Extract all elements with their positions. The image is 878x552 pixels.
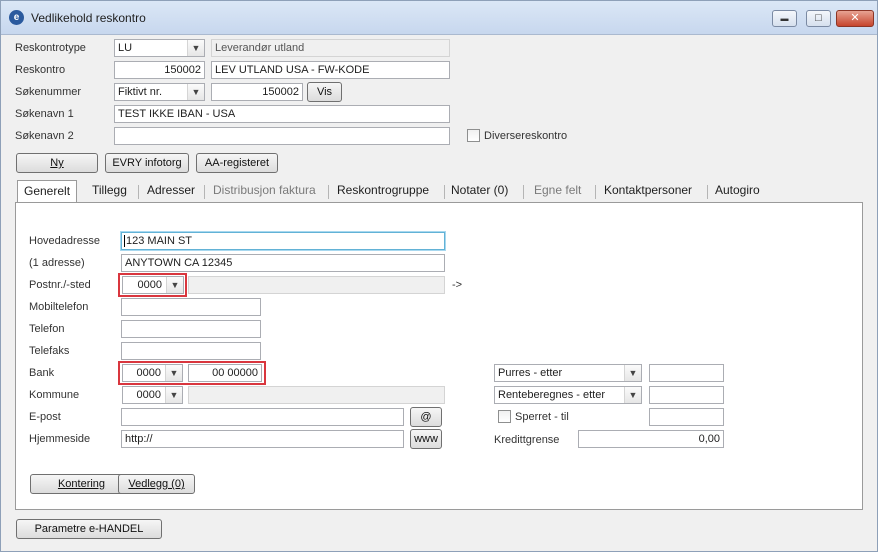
sokenavn2-input[interactable] (114, 127, 450, 145)
tab-distribusjon-faktura[interactable]: Distribusjon faktura (213, 181, 316, 202)
tab-autogiro[interactable]: Autogiro (715, 181, 760, 202)
reskontrotype-label: Reskontrotype (15, 42, 86, 54)
highlight-box (118, 273, 187, 297)
kommune-label: Kommune (29, 389, 80, 401)
close-icon: ✕ (850, 12, 860, 24)
highlight-box (118, 361, 266, 385)
tab-strip: Generelt Tillegg Adresser Distribusjon f… (15, 180, 863, 203)
kommune-name-field (188, 386, 445, 404)
tab-separator (204, 185, 205, 199)
main-window: e Vedlikehold reskontro ▬ □ ✕ Reskontrot… (0, 0, 878, 552)
vis-button[interactable]: Vis (307, 82, 342, 102)
hjemmeside-input[interactable]: http:// (121, 430, 404, 448)
sperret-til-input[interactable] (649, 408, 724, 426)
adresse1-input[interactable]: ANYTOWN CA 12345 (121, 254, 445, 272)
reskontro-number-input[interactable]: 150002 (114, 61, 205, 79)
renteberegnes-input[interactable] (649, 386, 724, 404)
epost-label: E-post (29, 411, 61, 423)
reskontrotype-select[interactable]: LU ▼ (114, 39, 205, 57)
vedlegg-button[interactable]: Vedlegg (0) (118, 474, 195, 494)
sperret-checkbox[interactable] (498, 410, 511, 423)
diversereskontro-checkbox[interactable] (467, 129, 480, 142)
ny-button-label: Ny (50, 157, 64, 169)
reskontrotype-description: Leverandør utland (211, 39, 450, 57)
tab-adresser[interactable]: Adresser (147, 181, 195, 202)
ny-button[interactable]: Ny (16, 153, 98, 173)
hovedadresse-value: 123 MAIN ST (126, 235, 193, 247)
tab-separator (444, 185, 445, 199)
sokenummer-label: Søkenummer (15, 86, 82, 98)
mobiltelefon-input[interactable] (121, 298, 261, 316)
telefon-input[interactable] (121, 320, 261, 338)
parametre-ehandel-button[interactable]: Parametre e-HANDEL (16, 519, 162, 539)
tab-notater[interactable]: Notater (0) (451, 181, 508, 202)
tab-kontaktpersoner[interactable]: Kontaktpersoner (604, 181, 692, 202)
tab-reskontrogruppe[interactable]: Reskontrogruppe (337, 181, 429, 202)
tab-separator (328, 185, 329, 199)
bank-label: Bank (29, 367, 55, 379)
sokenummer-input[interactable]: 150002 (211, 83, 303, 101)
kommune-select[interactable]: 0000 ▼ (122, 386, 183, 404)
sokenavn1-label: Søkenavn 1 (15, 108, 74, 120)
tab-separator (707, 185, 708, 199)
hjemmeside-label: Hjemmeside (29, 433, 91, 445)
minimize-button[interactable]: ▬ (772, 10, 797, 27)
hovedadresse-label: Hovedadresse (29, 235, 100, 247)
reskontro-name-input[interactable]: LEV UTLAND USA - FW-KODE (211, 61, 450, 79)
app-icon: e (9, 10, 24, 25)
reskontrotype-value: LU (118, 42, 133, 54)
kredittgrense-label: Kredittgrense (494, 434, 560, 446)
minimize-icon: ▬ (780, 14, 789, 23)
sokenavn1-input[interactable]: TEST IKKE IBAN - USA (114, 105, 450, 123)
reskontro-label: Reskontro (15, 64, 66, 76)
mobiltelefon-label: Mobiltelefon (29, 301, 89, 313)
kontering-label: Kontering (57, 478, 106, 490)
evry-infotorg-button[interactable]: EVRY infotorg (105, 153, 189, 173)
chevron-down-icon: ▼ (624, 387, 641, 403)
title-bar[interactable]: e Vedlikehold reskontro ▬ □ ✕ (1, 1, 877, 35)
vedlegg-label: Vedlegg (0) (128, 478, 185, 490)
tab-separator (595, 185, 596, 199)
kredittgrense-input[interactable]: 0,00 (578, 430, 724, 448)
chevron-down-icon: ▼ (165, 387, 182, 403)
kommune-value: 0000 (136, 389, 161, 401)
adresse1-label: (1 adresse) (29, 257, 85, 269)
tab-separator (523, 185, 524, 199)
diversereskontro-label: Diversereskontro (484, 130, 568, 142)
close-button[interactable]: ✕ (836, 10, 874, 27)
chevron-down-icon: ▼ (187, 40, 204, 56)
aa-registeret-button[interactable]: AA-registeret (196, 153, 278, 173)
purres-value: Purres - etter (498, 367, 563, 379)
sokenummer-type-value: Fiktivt nr. (118, 86, 163, 98)
telefaks-label: Telefaks (29, 345, 70, 357)
chevron-down-icon: ▼ (187, 84, 204, 100)
renteberegnes-value: Renteberegnes - etter (498, 389, 606, 401)
tab-tillegg[interactable]: Tillegg (92, 181, 127, 202)
chevron-down-icon: ▼ (624, 365, 641, 381)
tab-separator (138, 185, 139, 199)
sokenummer-type-select[interactable]: Fiktivt nr. ▼ (114, 83, 205, 101)
www-button[interactable]: www (410, 429, 442, 449)
window-title: Vedlikehold reskontro (31, 11, 146, 25)
maximize-button[interactable]: □ (806, 10, 831, 27)
postnr-arrow-icon: -> (452, 279, 463, 291)
purres-input[interactable] (649, 364, 724, 382)
poststed-field (188, 276, 445, 294)
renteberegnes-select[interactable]: Renteberegnes - etter ▼ (494, 386, 642, 404)
sperret-label: Sperret - til (515, 411, 569, 423)
postnr-label: Postnr./-sted (29, 279, 91, 291)
telefon-label: Telefon (29, 323, 65, 335)
hovedadresse-input[interactable]: 123 MAIN ST (121, 232, 445, 250)
telefaks-input[interactable] (121, 342, 261, 360)
tab-egne-felt[interactable]: Egne felt (534, 181, 581, 202)
epost-input[interactable] (121, 408, 404, 426)
email-button[interactable]: @ (410, 407, 442, 427)
maximize-icon: □ (815, 12, 822, 24)
sokenavn2-label: Søkenavn 2 (15, 130, 74, 142)
purres-select[interactable]: Purres - etter ▼ (494, 364, 642, 382)
tab-generelt[interactable]: Generelt (17, 180, 78, 203)
